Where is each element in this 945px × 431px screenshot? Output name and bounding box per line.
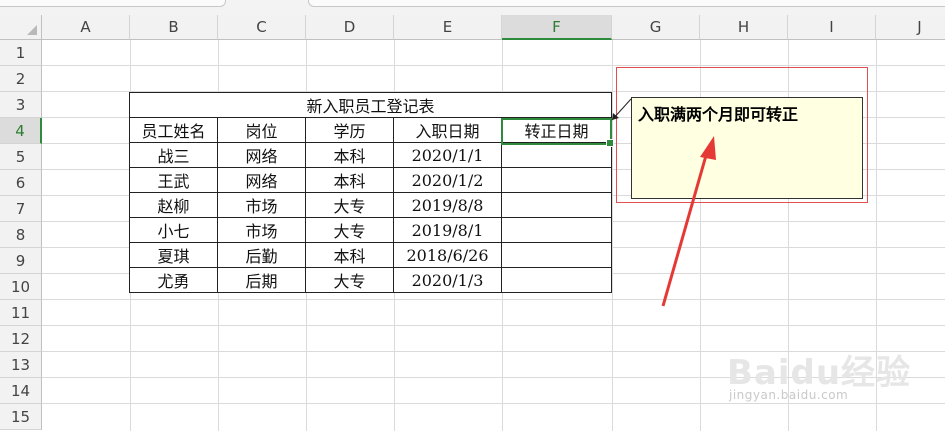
baidu-watermark-logo: Baidu经验: [727, 353, 912, 393]
red-arrow-head-icon: [700, 136, 716, 160]
red-arrow-shaft: [661, 151, 709, 307]
baidu-watermark-url: jingyan.baidu.com: [729, 388, 849, 402]
